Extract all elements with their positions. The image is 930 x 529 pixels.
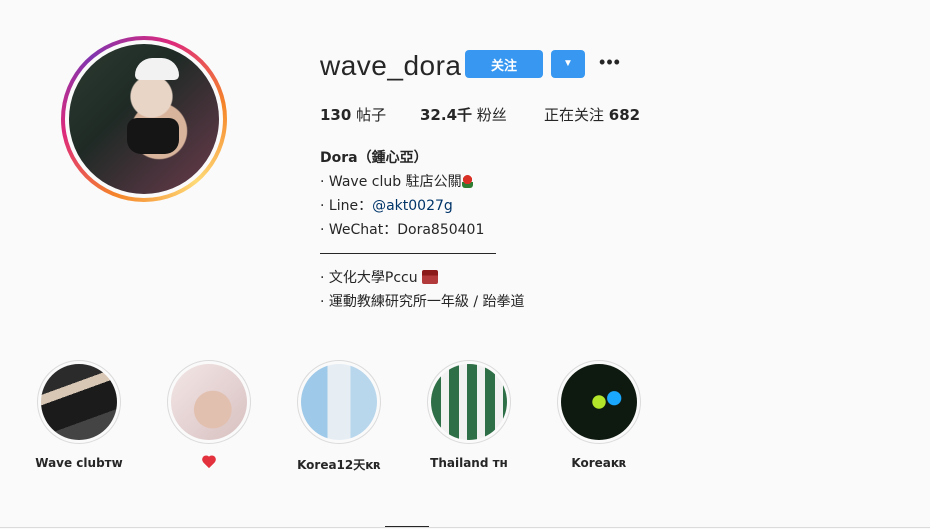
- highlight-label: [159, 456, 259, 471]
- highlight-cover: [41, 364, 117, 440]
- bio-full-name: Dora（鍾心亞）: [320, 150, 428, 166]
- story-highlight[interactable]: Thailand ᴛʜ: [419, 360, 519, 470]
- bio-line: · Line：@akt0027g: [320, 198, 453, 214]
- highlight-label: Wave clubᴛᴡ: [35, 456, 123, 470]
- rose-icon: [461, 175, 473, 188]
- bio-divider: [320, 253, 496, 254]
- follow-button[interactable]: 关注: [465, 50, 543, 78]
- bio-line: · WeChat：Dora850401: [320, 222, 485, 238]
- profile-bio: Dora（鍾心亞） · Wave club 駐店公關 · Line：@akt00…: [320, 146, 720, 314]
- highlight-cover: [561, 364, 637, 440]
- highlight-label: Thailand ᴛʜ: [430, 456, 508, 470]
- posts-count[interactable]: 130 帖子: [320, 104, 386, 125]
- follow-dropdown-button[interactable]: ▼: [551, 50, 585, 78]
- heart-icon: [202, 456, 216, 468]
- school-icon: [422, 270, 439, 284]
- highlight-label: Koreaᴋʀ: [571, 456, 627, 470]
- story-highlight[interactable]: Korea12天ᴋʀ: [289, 360, 389, 473]
- following-count[interactable]: 正在关注 682: [544, 104, 640, 125]
- highlight-cover: [171, 364, 247, 440]
- bio-line: · 文化大學Pccu: [320, 266, 720, 290]
- highlight-cover: [431, 364, 507, 440]
- more-options-button[interactable]: •••: [598, 50, 622, 78]
- bio-line: · 運動教練研究所一年級 / 跆拳道: [320, 294, 525, 310]
- story-highlight[interactable]: [159, 360, 259, 471]
- bio-line-link[interactable]: @akt0027g: [372, 198, 453, 214]
- profile-username: wave_dora: [320, 50, 462, 81]
- avatar-image: [69, 44, 219, 194]
- caret-down-icon: ▼: [563, 58, 573, 69]
- followers-count[interactable]: 32.4千 粉丝: [420, 104, 507, 125]
- section-divider: [0, 527, 930, 528]
- ellipsis-icon: •••: [599, 52, 621, 72]
- profile-page: wave_dora 关注 ▼ ••• 130 帖子 32.4千 粉丝 正在关注 …: [0, 0, 930, 529]
- bio-line: · Wave club 駐店公關: [320, 170, 720, 194]
- story-highlight[interactable]: Wave clubᴛᴡ: [29, 360, 129, 470]
- highlight-cover: [301, 364, 377, 440]
- profile-avatar[interactable]: [61, 36, 227, 202]
- story-highlight[interactable]: Koreaᴋʀ: [549, 360, 649, 470]
- highlight-label: Korea12天ᴋʀ: [297, 458, 381, 472]
